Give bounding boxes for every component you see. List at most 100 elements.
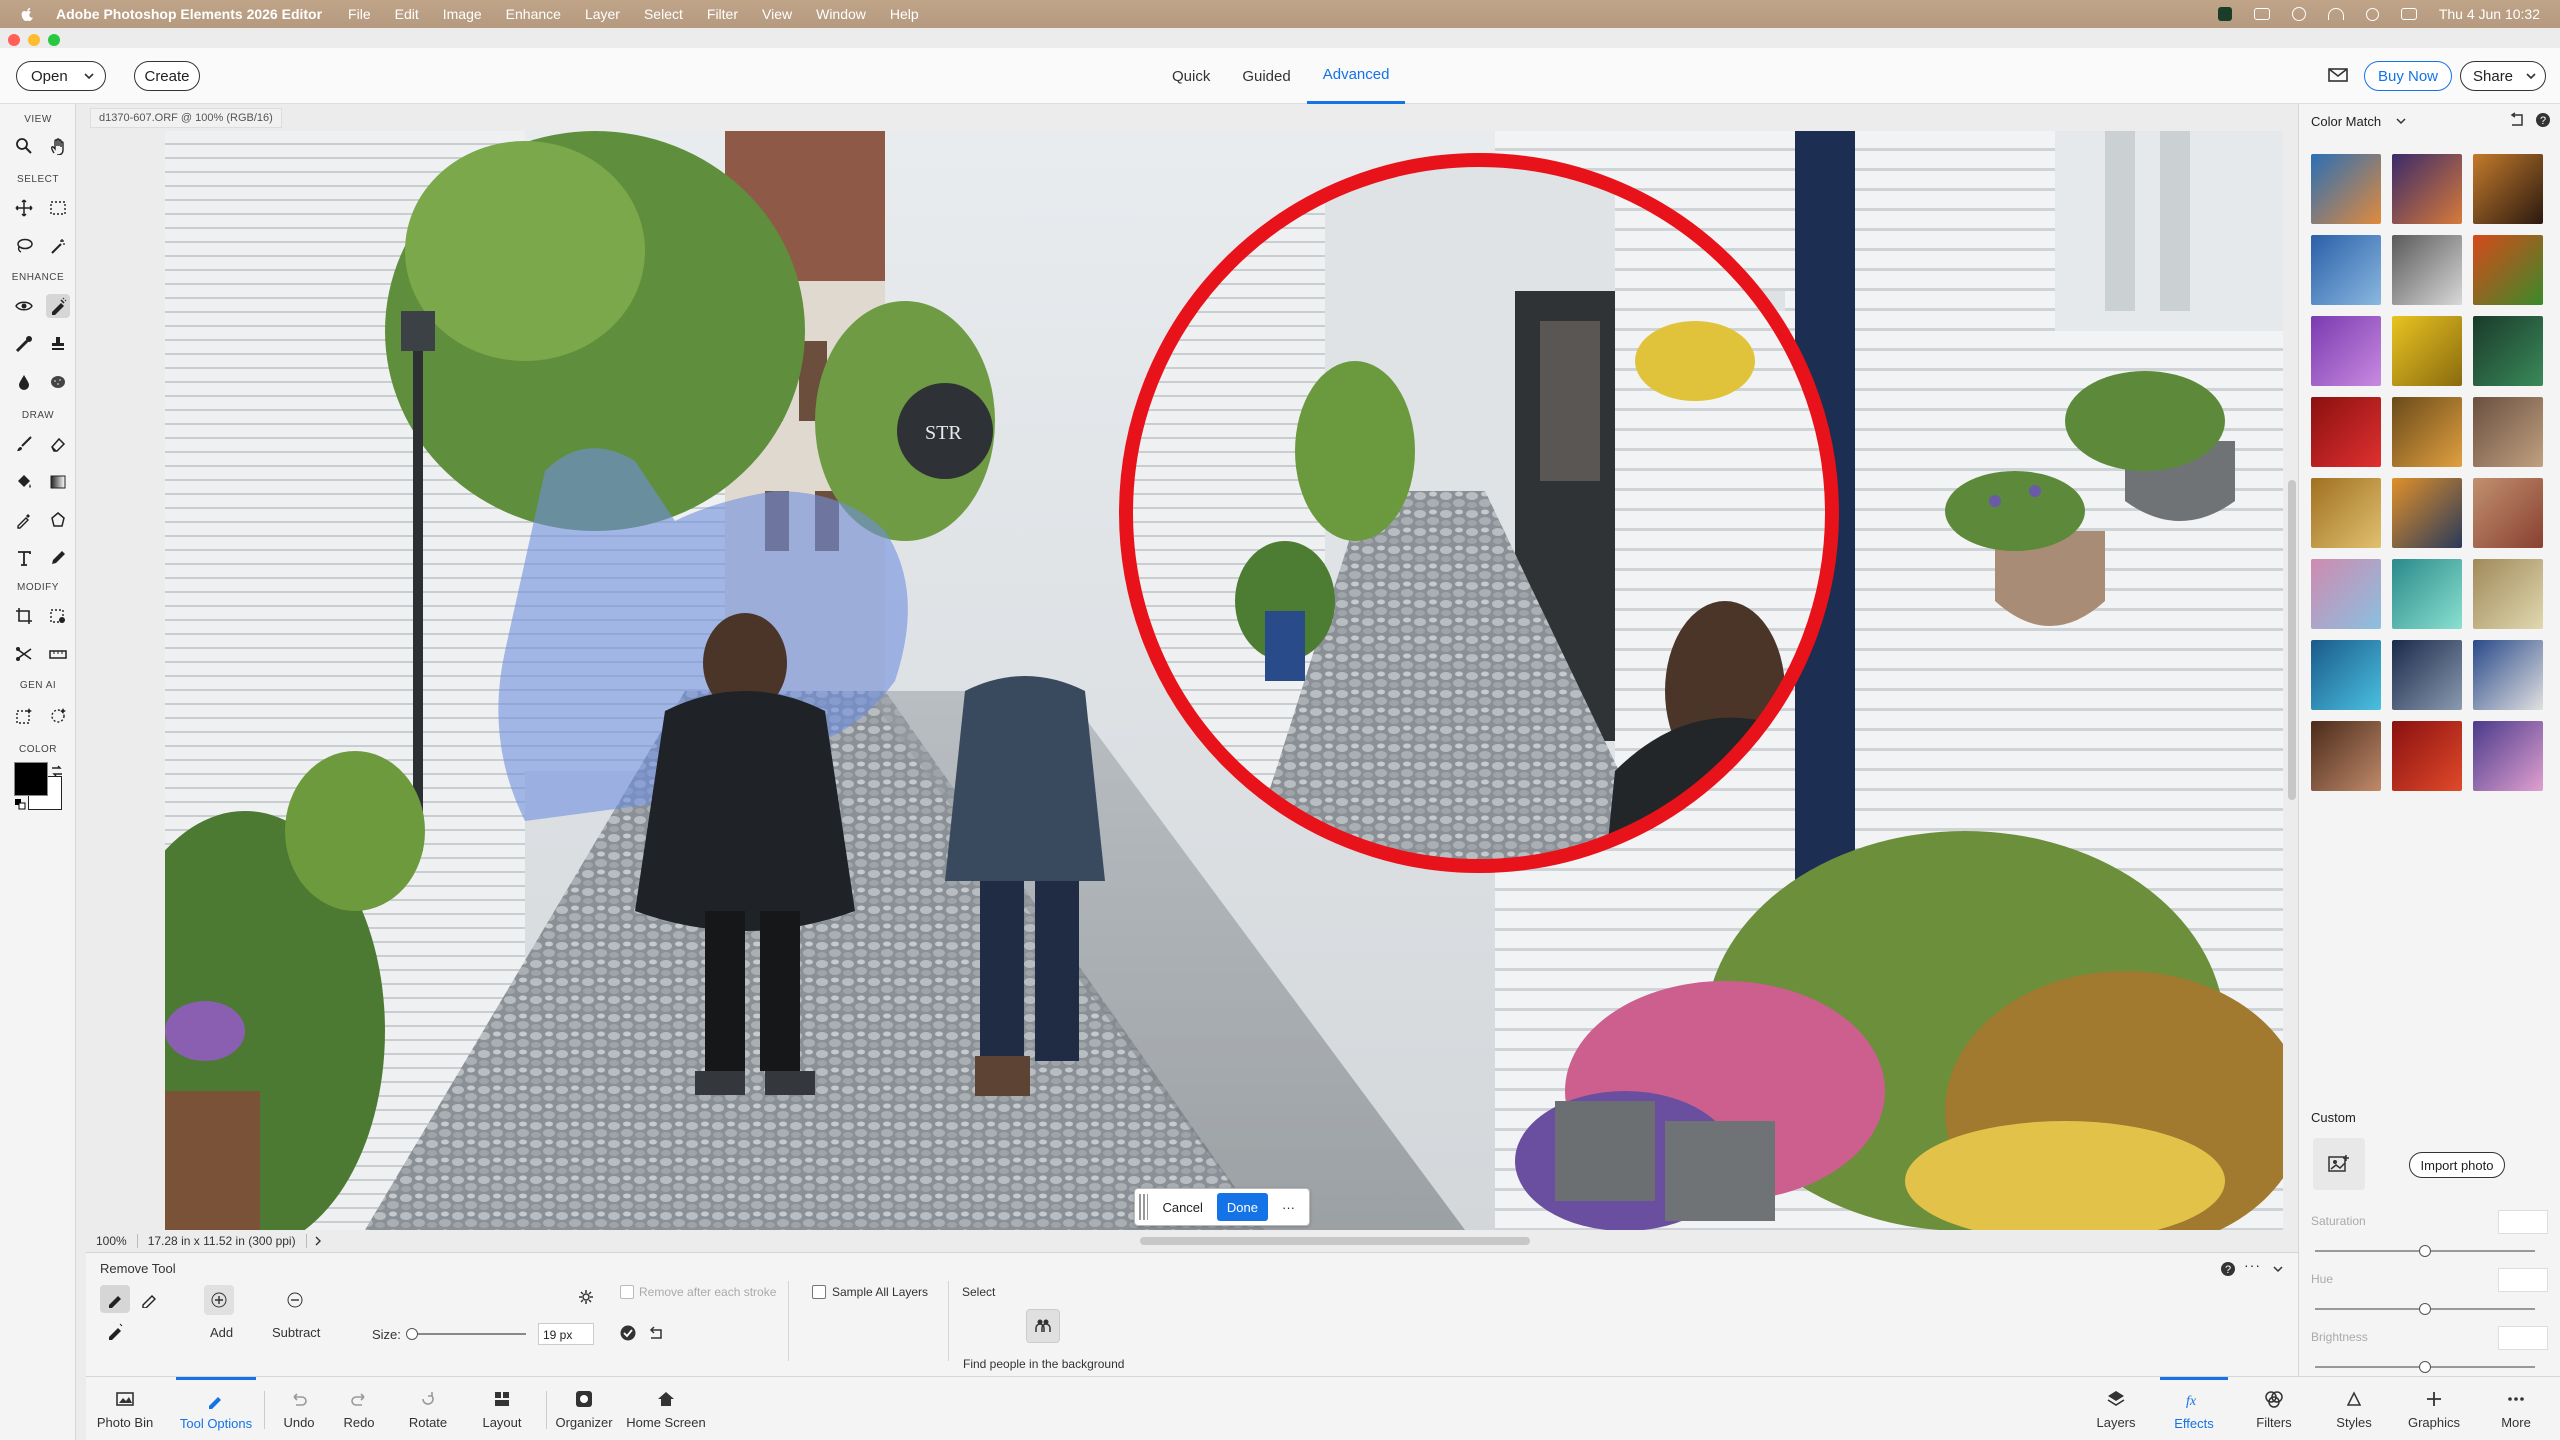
custom-image-slot[interactable]	[2313, 1138, 2365, 1190]
rotate-button[interactable]: Rotate	[398, 1377, 458, 1440]
color-match-preset-thumbnail[interactable]	[2311, 559, 2381, 629]
menu-file[interactable]: File	[348, 6, 371, 22]
move-tool[interactable]	[12, 196, 36, 220]
minimize-window-button[interactable]	[28, 34, 40, 46]
hue-knob[interactable]	[2419, 1303, 2431, 1315]
remove-lasso-mode[interactable]	[134, 1285, 164, 1313]
tab-guided[interactable]: Guided	[1226, 48, 1306, 104]
saturation-value[interactable]	[2498, 1210, 2548, 1234]
redo-button[interactable]: Redo	[336, 1377, 382, 1440]
color-match-preset-thumbnail[interactable]	[2473, 235, 2543, 305]
color-match-preset-thumbnail[interactable]	[2392, 559, 2462, 629]
zoom-tool[interactable]	[12, 134, 36, 158]
quick-selection-tool[interactable]	[46, 234, 70, 258]
color-match-preset-thumbnail[interactable]	[2311, 316, 2381, 386]
zoom-level[interactable]: 100%	[86, 1234, 138, 1248]
saturation-slider[interactable]	[2315, 1245, 2535, 1257]
import-photo-button[interactable]: Import photo	[2409, 1152, 2505, 1178]
color-match-preset-thumbnail[interactable]	[2392, 316, 2462, 386]
buy-now-button[interactable]: Buy Now	[2364, 61, 2452, 91]
menu-edit[interactable]: Edit	[395, 6, 419, 22]
tab-quick[interactable]: Quick	[1156, 48, 1226, 104]
eyedropper-tool[interactable]	[12, 508, 36, 532]
tool-options-button[interactable]: Tool Options	[176, 1377, 256, 1440]
saturation-knob[interactable]	[2419, 1245, 2431, 1257]
menu-image[interactable]: Image	[443, 6, 482, 22]
zoom-window-button[interactable]	[48, 34, 60, 46]
color-match-preset-thumbnail[interactable]	[2392, 235, 2462, 305]
reset-icon[interactable]	[648, 1325, 666, 1341]
menu-help[interactable]: Help	[890, 6, 919, 22]
home-screen-button[interactable]: Home Screen	[626, 1377, 706, 1440]
layout-button[interactable]: Layout	[472, 1377, 532, 1440]
mail-icon[interactable]	[2328, 66, 2348, 84]
color-match-preset-thumbnail[interactable]	[2473, 478, 2543, 548]
reset-icon[interactable]	[2509, 112, 2527, 128]
color-match-preset-thumbnail[interactable]	[2473, 559, 2543, 629]
control-center-icon[interactable]	[2400, 8, 2417, 20]
remove-wire-mode[interactable]	[100, 1317, 130, 1345]
layers-button[interactable]: Layers	[2086, 1377, 2146, 1440]
hue-value[interactable]	[2498, 1268, 2548, 1292]
recompose-tool[interactable]	[46, 604, 70, 628]
vertical-scrollbar[interactable]	[2288, 480, 2296, 800]
apple-icon[interactable]	[18, 5, 36, 23]
screen-icon[interactable]	[2253, 8, 2270, 20]
ps-status-icon[interactable]	[2217, 7, 2232, 21]
chevron-right-icon[interactable]	[313, 1236, 323, 1246]
remove-brush-mode[interactable]	[100, 1285, 130, 1313]
menu-filter[interactable]: Filter	[707, 6, 738, 22]
color-match-preset-thumbnail[interactable]	[2473, 640, 2543, 710]
gradient-tool[interactable]	[46, 470, 70, 494]
type-tool[interactable]	[12, 546, 36, 570]
generative-select-tool[interactable]	[46, 704, 70, 728]
color-match-preset-thumbnail[interactable]	[2311, 640, 2381, 710]
default-colors-icon[interactable]	[14, 798, 26, 810]
crop-tool[interactable]	[12, 604, 36, 628]
menu-layer[interactable]: Layer	[585, 6, 620, 22]
color-match-preset-thumbnail[interactable]	[2392, 478, 2462, 548]
more-button[interactable]: More	[2486, 1377, 2546, 1440]
eraser-tool[interactable]	[46, 432, 70, 456]
menu-enhance[interactable]: Enhance	[506, 6, 561, 22]
gear-icon[interactable]	[578, 1289, 594, 1305]
custom-shape-tool[interactable]	[46, 508, 70, 532]
search-icon[interactable]	[2365, 7, 2379, 21]
remove-after-stroke-checkbox[interactable]	[620, 1285, 634, 1299]
red-eye-tool[interactable]	[12, 294, 36, 318]
color-match-preset-thumbnail[interactable]	[2473, 397, 2543, 467]
menu-select[interactable]: Select	[644, 6, 683, 22]
color-match-preset-thumbnail[interactable]	[2311, 397, 2381, 467]
marquee-tool[interactable]	[46, 196, 70, 220]
sample-all-layers-checkbox[interactable]	[812, 1285, 826, 1299]
paint-bucket-tool[interactable]	[12, 470, 36, 494]
size-slider[interactable]	[406, 1328, 526, 1340]
color-match-preset-thumbnail[interactable]	[2392, 154, 2462, 224]
color-match-preset-thumbnail[interactable]	[2473, 316, 2543, 386]
commit-check-icon[interactable]	[620, 1325, 636, 1341]
panel-title[interactable]: Color Match	[2311, 114, 2407, 129]
color-match-preset-thumbnail[interactable]	[2392, 397, 2462, 467]
done-button[interactable]: Done	[1216, 1193, 1268, 1221]
brightness-slider[interactable]	[2315, 1361, 2535, 1373]
graphics-button[interactable]: Graphics	[2402, 1377, 2466, 1440]
help-icon[interactable]: ?	[2220, 1261, 2236, 1277]
color-match-preset-thumbnail[interactable]	[2311, 154, 2381, 224]
more-options-button[interactable]: ···	[1272, 1193, 1305, 1221]
remove-tool[interactable]	[46, 294, 70, 318]
straighten-tool[interactable]	[46, 642, 70, 666]
cancel-button[interactable]: Cancel	[1152, 1193, 1212, 1221]
photo-bin-button[interactable]: Photo Bin	[90, 1377, 160, 1440]
generative-fill-tool[interactable]	[12, 704, 36, 728]
size-input[interactable]: 19 px	[538, 1323, 594, 1345]
color-match-preset-thumbnail[interactable]	[2311, 235, 2381, 305]
content-aware-move-tool[interactable]	[12, 642, 36, 666]
subtract-button[interactable]	[280, 1285, 310, 1315]
color-match-preset-thumbnail[interactable]	[2392, 721, 2462, 791]
brightness-knob[interactable]	[2419, 1361, 2431, 1373]
open-button[interactable]: Open	[16, 61, 106, 91]
app-name-menu[interactable]: Adobe Photoshop Elements 2026 Editor	[56, 6, 322, 22]
wifi-icon[interactable]	[2327, 8, 2344, 20]
color-match-preset-thumbnail[interactable]	[2473, 721, 2543, 791]
blur-tool[interactable]	[12, 370, 36, 394]
